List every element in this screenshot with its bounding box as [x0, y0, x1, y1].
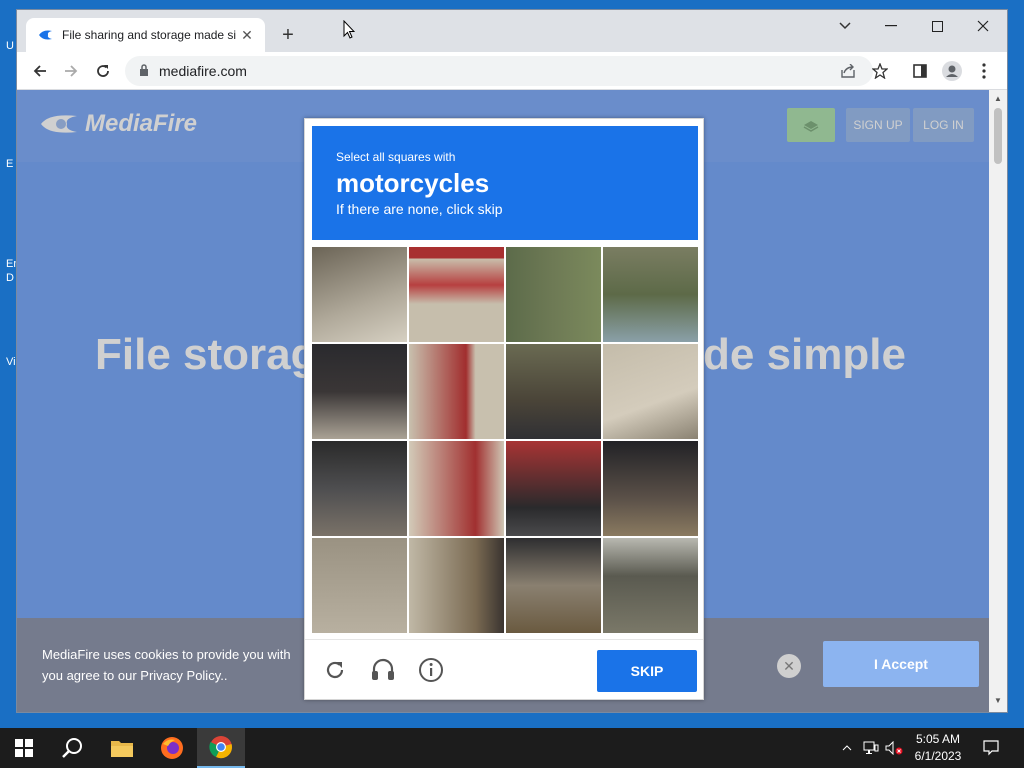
- lock-icon: [139, 63, 149, 79]
- captcha-tile[interactable]: [603, 538, 698, 633]
- scrollbar-thumb[interactable]: [994, 108, 1002, 164]
- captcha-tile[interactable]: [603, 247, 698, 342]
- chrome-icon[interactable]: [197, 728, 245, 768]
- scroll-down-icon[interactable]: ▼: [994, 696, 1002, 705]
- captcha-tile[interactable]: [409, 441, 504, 536]
- captcha-tile[interactable]: [312, 247, 407, 342]
- mouse-cursor-icon: [343, 19, 356, 45]
- captcha-tile[interactable]: [603, 441, 698, 536]
- refresh-icon[interactable]: [319, 654, 351, 686]
- scroll-up-icon[interactable]: ▲: [994, 94, 1002, 103]
- file-explorer-icon[interactable]: [98, 728, 146, 768]
- captcha-tile[interactable]: [312, 538, 407, 633]
- desktop-label[interactable]: U: [6, 40, 14, 52]
- new-tab-button[interactable]: +: [275, 22, 301, 48]
- address-bar[interactable]: mediafire.com: [125, 56, 873, 86]
- star-icon[interactable]: [867, 58, 893, 84]
- tab-strip: File sharing and storage made si ✕ +: [17, 10, 1007, 52]
- sidepanel-icon[interactable]: [907, 58, 933, 84]
- firefox-icon[interactable]: [148, 728, 196, 768]
- tab-title: File sharing and storage made si: [62, 28, 237, 42]
- captcha-tile[interactable]: [603, 344, 698, 439]
- captcha-tile[interactable]: [506, 247, 601, 342]
- reload-icon[interactable]: [90, 58, 116, 84]
- captcha-tile[interactable]: [506, 344, 601, 439]
- system-clock[interactable]: 5:05 AM 6/1/2023: [905, 731, 971, 765]
- captcha-instruction: Select all squares with: [336, 150, 456, 164]
- tray-chevron-icon[interactable]: [838, 728, 856, 768]
- captcha-tile[interactable]: [312, 344, 407, 439]
- browser-tab[interactable]: File sharing and storage made si ✕: [26, 18, 265, 52]
- minimize-button[interactable]: [868, 10, 914, 42]
- tab-search-icon[interactable]: [822, 10, 868, 42]
- captcha-hint: If there are none, click skip: [336, 201, 503, 217]
- captcha-header: Select all squares with motorcycles If t…: [312, 126, 698, 240]
- audio-challenge-icon[interactable]: [367, 654, 399, 686]
- notifications-icon[interactable]: [978, 728, 1004, 768]
- captcha-tile[interactable]: [409, 344, 504, 439]
- search-icon[interactable]: [48, 728, 96, 768]
- browser-toolbar: mediafire.com: [17, 52, 1007, 90]
- clock-date: 6/1/2023: [914, 749, 962, 763]
- profile-icon[interactable]: [939, 58, 965, 84]
- captcha-tile[interactable]: [312, 441, 407, 536]
- accept-cookies-button[interactable]: I Accept: [823, 641, 979, 687]
- page-scrollbar[interactable]: ▲ ▼: [989, 90, 1007, 712]
- browser-window: File sharing and storage made si ✕ + med…: [17, 10, 1007, 712]
- info-icon[interactable]: [415, 654, 447, 686]
- taskbar: 5:05 AM 6/1/2023: [0, 728, 1024, 768]
- captcha-tile[interactable]: [506, 538, 601, 633]
- clock-time: 5:05 AM: [915, 732, 961, 746]
- close-tab-icon[interactable]: ✕: [239, 27, 255, 44]
- page-content: MediaFire SIGN UP LOG IN File storag de …: [17, 90, 989, 712]
- captcha-tile[interactable]: [409, 247, 504, 342]
- desktop-label[interactable]: Vi: [6, 356, 16, 368]
- back-icon[interactable]: [27, 58, 53, 84]
- forward-icon[interactable]: [58, 58, 84, 84]
- maximize-button[interactable]: [914, 10, 960, 42]
- captcha-dialog: Select all squares with motorcycles If t…: [304, 118, 704, 700]
- url-text: mediafire.com: [159, 63, 247, 79]
- volume-muted-icon[interactable]: [884, 728, 904, 768]
- skip-button[interactable]: SKIP: [597, 650, 697, 692]
- share-icon[interactable]: [835, 58, 861, 84]
- captcha-tile[interactable]: [409, 538, 504, 633]
- close-window-button[interactable]: [960, 10, 1006, 42]
- start-icon[interactable]: [0, 728, 48, 768]
- mediafire-favicon-icon: [38, 27, 54, 43]
- captcha-target: motorcycles: [336, 168, 490, 198]
- cookie-close-icon[interactable]: ✕: [777, 654, 801, 678]
- captcha-tile[interactable]: [506, 441, 601, 536]
- desktop-label[interactable]: D: [6, 272, 14, 284]
- menu-icon[interactable]: [971, 58, 997, 84]
- captcha-grid: [312, 247, 698, 633]
- network-icon[interactable]: [861, 728, 881, 768]
- desktop-label[interactable]: E: [6, 158, 13, 170]
- captcha-footer: SKIP: [305, 639, 703, 701]
